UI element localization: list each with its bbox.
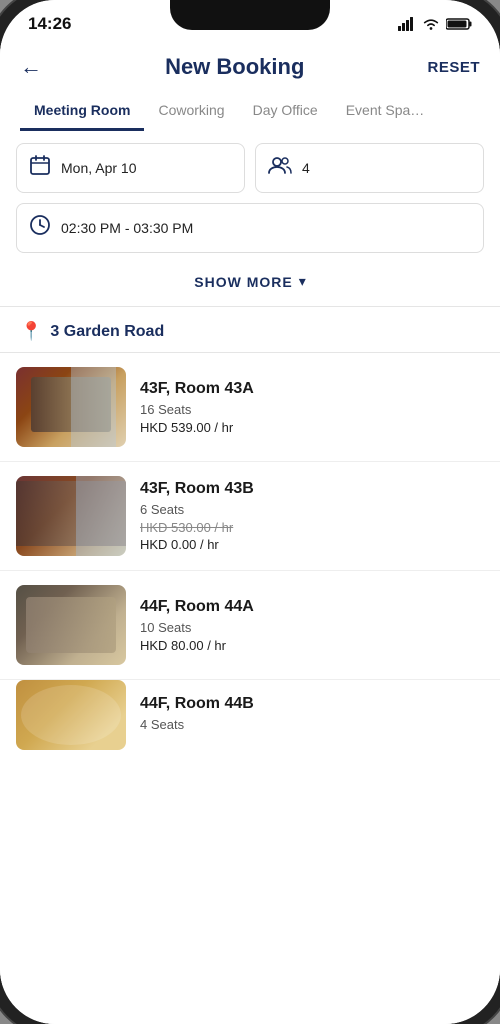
tab-event-space[interactable]: Event Spa… [332, 94, 439, 131]
date-filter-value: Mon, Apr 10 [61, 160, 137, 176]
room-image-44b [16, 680, 126, 750]
notch [170, 0, 330, 30]
room-item[interactable]: 44F, Room 44A 10 Seats HKD 80.00 / hr [0, 571, 500, 680]
page-title: New Booking [42, 54, 427, 80]
room-name: 44F, Room 44A [140, 598, 484, 616]
room-name: 44F, Room 44B [140, 695, 484, 713]
tab-coworking[interactable]: Coworking [144, 94, 238, 131]
room-item[interactable]: 44F, Room 44B 4 Seats [0, 680, 500, 750]
time-filter-value: 02:30 PM - 03:30 PM [61, 220, 193, 236]
room-seats: 16 Seats [140, 402, 484, 417]
wifi-icon [422, 17, 440, 31]
guests-filter[interactable]: 4 [255, 143, 484, 193]
room-name: 43F, Room 43B [140, 480, 484, 498]
calendar-icon [29, 154, 51, 182]
signal-icon [398, 17, 416, 31]
room-info-43b: 43F, Room 43B 6 Seats HKD 530.00 / hr HK… [140, 480, 484, 552]
room-seats: 10 Seats [140, 620, 484, 635]
clock-icon [29, 214, 51, 242]
battery-icon [446, 17, 472, 31]
room-price: HKD 539.00 / hr [140, 420, 484, 435]
tab-day-office[interactable]: Day Office [239, 94, 332, 131]
room-price-original: HKD 530.00 / hr [140, 520, 484, 535]
pin-icon: 📍 [20, 321, 42, 342]
time-filter[interactable]: 02:30 PM - 03:30 PM [16, 203, 484, 253]
room-price-free: HKD 0.00 / hr [140, 537, 484, 552]
location-name: 3 Garden Road [50, 323, 164, 341]
room-info-43a: 43F, Room 43A 16 Seats HKD 539.00 / hr [140, 380, 484, 435]
room-price: HKD 80.00 / hr [140, 638, 484, 653]
phone-frame: 14:26 [0, 0, 500, 1024]
filter-row-1: Mon, Apr 10 4 [16, 143, 484, 193]
filters-section: Mon, Apr 10 4 [0, 131, 500, 306]
tab-meeting-room[interactable]: Meeting Room [20, 94, 144, 131]
room-info-44b: 44F, Room 44B 4 Seats [140, 695, 484, 735]
room-item[interactable]: 43F, Room 43B 6 Seats HKD 530.00 / hr HK… [0, 462, 500, 571]
back-button[interactable]: ← [20, 54, 42, 80]
guests-icon [268, 156, 292, 180]
room-item[interactable]: 43F, Room 43A 16 Seats HKD 539.00 / hr [0, 353, 500, 462]
room-name: 43F, Room 43A [140, 380, 484, 398]
show-more-label: SHOW MORE [194, 274, 292, 290]
filter-row-2: 02:30 PM - 03:30 PM [16, 203, 484, 253]
guests-filter-value: 4 [302, 160, 310, 176]
rooms-list: 43F, Room 43A 16 Seats HKD 539.00 / hr 4… [0, 353, 500, 1024]
status-icons [398, 17, 472, 31]
chevron-down-icon: ▾ [299, 273, 306, 290]
reset-button[interactable]: RESET [427, 59, 480, 76]
top-nav: ← New Booking RESET Meeting Room Coworki… [0, 42, 500, 131]
room-image-43b [16, 476, 126, 556]
location-header: 📍 3 Garden Road [0, 307, 500, 352]
room-seats: 4 Seats [140, 717, 484, 732]
tabs-bar: Meeting Room Coworking Day Office Event … [20, 94, 480, 131]
room-seats: 6 Seats [140, 502, 484, 517]
app-content: ← New Booking RESET Meeting Room Coworki… [0, 42, 500, 1024]
status-time: 14:26 [28, 14, 71, 34]
nav-header: ← New Booking RESET [20, 54, 480, 80]
show-more-button[interactable]: SHOW MORE ▾ [16, 263, 484, 294]
date-filter[interactable]: Mon, Apr 10 [16, 143, 245, 193]
room-image-44a [16, 585, 126, 665]
room-info-44a: 44F, Room 44A 10 Seats HKD 80.00 / hr [140, 598, 484, 653]
room-image-43a [16, 367, 126, 447]
